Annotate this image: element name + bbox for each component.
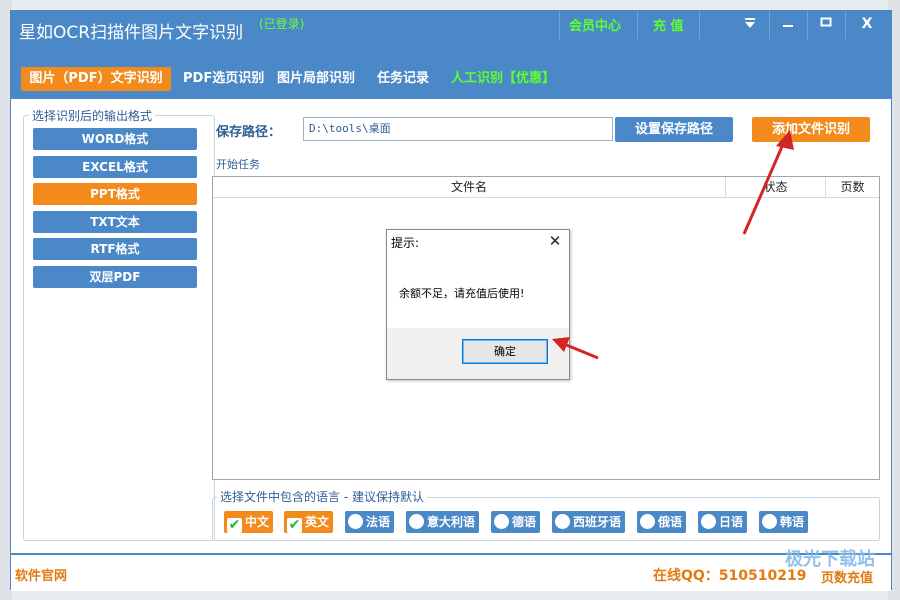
lang-label: 俄语 [658, 515, 683, 529]
radio-circle-icon [494, 514, 509, 529]
radio-circle-icon [701, 514, 716, 529]
radio-circle-icon [640, 514, 655, 529]
output-format-panel [23, 115, 215, 541]
format-dual-layer-pdf-button[interactable]: 双层PDF [33, 266, 197, 288]
lang-label: 法语 [366, 515, 391, 529]
lang-label: 德语 [512, 515, 537, 529]
menu-dropdown-button[interactable] [734, 13, 766, 37]
title-bar: 星如OCR扫描件图片文字识别 (已登录) 会员中心 充 值 X 图片（PDF）文… [11, 11, 891, 99]
radio-circle-icon [348, 514, 363, 529]
official-site-link[interactable]: 软件官网 [15, 565, 67, 584]
title-separator [807, 11, 808, 39]
minimize-button[interactable] [772, 13, 804, 37]
app-title: 星如OCR扫描件图片文字识别 [19, 23, 244, 43]
tab-task-history[interactable]: 任务记录 [377, 67, 429, 91]
title-separator [637, 11, 638, 39]
lang-japanese-checkbox[interactable]: 日语 [698, 511, 748, 533]
output-format-legend: 选择识别后的输出格式 [29, 107, 156, 124]
dialog-close-button[interactable]: ✕ [545, 231, 565, 251]
start-task-link[interactable]: 开始任务 [216, 156, 260, 172]
lang-german-checkbox[interactable]: 德语 [491, 511, 541, 533]
radio-circle-icon [762, 514, 777, 529]
close-button[interactable]: X [851, 13, 883, 37]
lang-english-checkbox[interactable]: ✔ 英文 [284, 511, 334, 533]
alert-dialog: 提示: ✕ 余额不足，请充值后使用! 确定 [386, 229, 570, 380]
lang-chinese-checkbox[interactable]: ✔ 中文 [224, 511, 274, 533]
save-path-input[interactable]: D:\tools\桌面 [303, 117, 613, 141]
lang-korean-checkbox[interactable]: 韩语 [759, 511, 809, 533]
format-rtf-button[interactable]: RTF格式 [33, 238, 197, 260]
footer-bar: 软件官网 在线QQ：510510219 页数充值 [11, 553, 891, 591]
set-save-path-button[interactable]: 设置保存路径 [615, 117, 733, 142]
lang-spanish-checkbox[interactable]: 西班牙语 [552, 511, 626, 533]
checkmark-icon: ✔ [287, 517, 302, 533]
lang-label: 韩语 [780, 515, 805, 529]
lang-italian-checkbox[interactable]: 意大利语 [406, 511, 480, 533]
title-separator [845, 11, 846, 39]
annotation-arrow-add-file [742, 130, 794, 235]
radio-circle-icon [555, 514, 570, 529]
login-status: (已登录) [259, 17, 305, 31]
title-separator [699, 11, 700, 39]
watermark-text: 极光下载站 [785, 549, 875, 570]
tab-manual-ocr[interactable]: 人工识别【优惠】 [451, 67, 555, 91]
lang-label: 英文 [305, 515, 330, 529]
format-ppt-button[interactable]: PPT格式 [33, 183, 197, 205]
tab-image-region[interactable]: 图片局部识别 [277, 67, 355, 91]
format-word-button[interactable]: WORD格式 [33, 128, 197, 150]
lang-label: 中文 [245, 515, 270, 529]
column-header-pages[interactable]: 页数 [826, 177, 879, 198]
online-qq: 在线QQ：510510219 [653, 568, 807, 584]
lang-french-checkbox[interactable]: 法语 [345, 511, 395, 533]
dialog-message: 余额不足，请充值后使用! [399, 287, 525, 300]
member-center-link[interactable]: 会员中心 [569, 15, 621, 34]
title-separator [559, 11, 560, 39]
tab-image-pdf-ocr[interactable]: 图片（PDF）文字识别 [21, 67, 171, 91]
dialog-footer: 确定 [387, 328, 569, 379]
format-txt-button[interactable]: TXT文本 [33, 211, 197, 233]
save-path-label: 保存路径： [216, 125, 282, 140]
dialog-ok-button[interactable]: 确定 [462, 339, 548, 364]
tab-pdf-page-select[interactable]: PDF选页识别 [183, 67, 264, 91]
lang-label: 西班牙语 [573, 515, 622, 529]
dialog-title: 提示: [391, 236, 420, 250]
radio-circle-icon [409, 514, 424, 529]
dropdown-menu-icon [745, 18, 755, 28]
minimize-icon [783, 25, 793, 27]
annotation-arrow-ok-button [552, 337, 599, 360]
format-excel-button[interactable]: EXCEL格式 [33, 156, 197, 178]
maximize-button[interactable] [810, 13, 842, 37]
lang-label: 日语 [719, 515, 744, 529]
checkmark-icon: ✔ [227, 517, 242, 533]
lang-russian-checkbox[interactable]: 俄语 [637, 511, 687, 533]
title-separator [769, 11, 770, 39]
maximize-icon [820, 17, 832, 27]
recharge-link[interactable]: 充 值 [653, 15, 684, 34]
column-header-filename[interactable]: 文件名 [213, 177, 726, 198]
language-legend: 选择文件中包含的语言 - 建议保持默认 [217, 488, 427, 505]
lang-label: 意大利语 [427, 515, 476, 529]
site-watermark: 极光下载站 [785, 545, 875, 571]
